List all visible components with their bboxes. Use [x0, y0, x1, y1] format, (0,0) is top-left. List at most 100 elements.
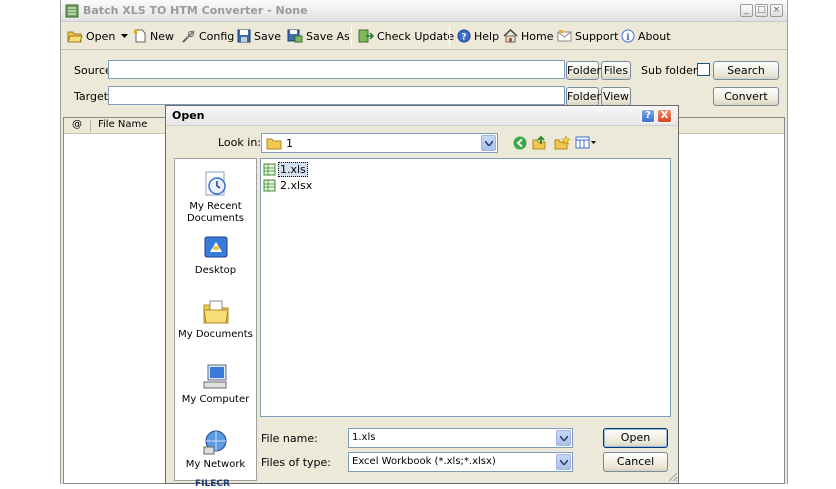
up-folder-icon[interactable]: [532, 135, 547, 150]
config-button[interactable]: Config: [181, 26, 234, 46]
source-input[interactable]: [108, 60, 565, 79]
support-label: Support: [575, 29, 619, 43]
dialog-title-bar[interactable]: Open ? X: [166, 106, 678, 126]
app-icon: [65, 4, 79, 18]
file-list[interactable]: 1.xls 2.xlsx: [260, 158, 671, 417]
new-button[interactable]: New: [133, 26, 174, 46]
search-button[interactable]: Search: [713, 61, 779, 80]
my-network-icon: [203, 430, 226, 455]
convert-button[interactable]: Convert: [713, 87, 779, 106]
target-input[interactable]: [108, 86, 565, 105]
check-update-button[interactable]: Check Update: [358, 26, 454, 46]
toolbar-separator: [449, 26, 450, 46]
place-my-recent-documents[interactable]: My Recent Documents: [175, 169, 256, 225]
home-icon: [503, 29, 518, 43]
dialog-close-button[interactable]: X: [657, 109, 672, 123]
desktop-icon: [204, 236, 227, 258]
place-my-documents[interactable]: My Documents: [175, 297, 256, 341]
excel-file-icon: [263, 179, 276, 191]
file-item[interactable]: 2.xlsx: [263, 178, 314, 192]
file-item[interactable]: 1.xls: [263, 161, 308, 177]
about-label: About: [638, 29, 671, 43]
place-label: My Documents: [178, 329, 253, 340]
update-icon: [358, 29, 374, 43]
file-name-label: File name:: [261, 432, 318, 445]
target-view-button[interactable]: View: [601, 87, 631, 106]
place-my-computer[interactable]: My Computer: [175, 362, 256, 406]
help-icon: ?: [457, 29, 471, 43]
open-button[interactable]: Open: [67, 26, 115, 46]
chevron-down-icon: [560, 436, 568, 441]
new-file-icon: [133, 29, 146, 43]
column-divider: [90, 120, 91, 132]
new-folder-icon[interactable]: [554, 135, 570, 150]
config-label: Config: [199, 29, 235, 43]
my-documents-icon: [202, 300, 229, 324]
about-button[interactable]: i About: [621, 26, 671, 46]
file-name-combo[interactable]: 1.xls: [348, 428, 573, 448]
svg-text:i: i: [626, 33, 630, 43]
subfolders-label: Sub folders: [641, 64, 704, 77]
target-folder-button[interactable]: Folder: [566, 87, 601, 106]
maximize-button[interactable]: □: [755, 4, 768, 17]
save-label: Save: [254, 29, 282, 43]
close-icon: X: [660, 110, 669, 121]
dropdown-arrow-icon: [121, 34, 128, 38]
floppy-disk-icon: [237, 29, 251, 43]
look-in-value: 1: [286, 137, 293, 150]
target-label: Target: [74, 90, 109, 103]
tools-icon: [182, 29, 195, 43]
folder-icon: [266, 138, 282, 150]
files-of-type-dropdown-button[interactable]: [556, 454, 571, 470]
question-mark-icon: ?: [645, 110, 651, 121]
look-in-label: Look in:: [218, 136, 261, 149]
save-button[interactable]: Save: [237, 26, 281, 46]
file-name: 2.xlsx: [280, 178, 313, 192]
open-label: Open: [86, 29, 116, 43]
toolbar: Open New Config Save Save As Check Updat…: [61, 22, 787, 50]
files-of-type-label: Files of type:: [261, 456, 332, 469]
resize-grip-icon[interactable]: [666, 470, 678, 482]
look-in-dropdown-button[interactable]: [481, 135, 496, 151]
maximize-icon: □: [757, 5, 766, 15]
my-computer-icon: [203, 364, 226, 389]
support-button[interactable]: Support: [557, 26, 618, 46]
chevron-down-icon: [560, 460, 568, 465]
place-desktop[interactable]: Desktop: [175, 233, 256, 277]
info-icon: i: [621, 29, 635, 43]
toolbar-separator: [351, 26, 352, 46]
minimize-button[interactable]: _: [740, 4, 753, 17]
recent-documents-icon: [205, 171, 226, 196]
title-bar[interactable]: Batch XLS TO HTM Converter - None _ □ ×: [61, 0, 787, 22]
file-name-value: 1.xls: [352, 432, 376, 443]
file-name-dropdown-button[interactable]: [556, 430, 571, 446]
subfolders-checkbox[interactable]: [697, 63, 710, 76]
source-folder-button[interactable]: Folder: [566, 61, 601, 80]
column-header-file-name[interactable]: File Name: [98, 119, 147, 130]
dialog-open-button[interactable]: Open: [603, 428, 668, 448]
help-label: Help: [474, 29, 500, 43]
new-label: New: [150, 29, 174, 43]
open-dialog: Open ? X Look in: 1 My Recent Documents …: [165, 105, 679, 489]
place-my-network[interactable]: My Network: [175, 427, 256, 471]
files-of-type-value: Excel Workbook (*.xls;*.xlsx): [352, 456, 496, 467]
column-header-status[interactable]: @: [72, 119, 82, 130]
dialog-help-button[interactable]: ?: [641, 109, 655, 123]
dialog-cancel-button[interactable]: Cancel: [603, 452, 668, 472]
look-in-combo[interactable]: 1: [261, 133, 498, 153]
back-icon[interactable]: [513, 136, 527, 150]
place-label: My Network: [185, 459, 246, 470]
source-files-button[interactable]: Files: [601, 61, 631, 80]
place-label: Desktop: [194, 265, 237, 276]
save-as-button[interactable]: Save As: [287, 26, 350, 46]
home-button[interactable]: Home: [503, 26, 553, 46]
help-button[interactable]: ? Help: [457, 26, 499, 46]
files-of-type-combo[interactable]: Excel Workbook (*.xls;*.xlsx): [348, 452, 573, 472]
save-as-icon: [287, 29, 303, 43]
source-label: Source: [74, 64, 112, 77]
check-update-label: Check Update: [377, 29, 455, 43]
place-label: My Recent Documents: [186, 201, 245, 224]
open-dropdown-arrow[interactable]: [121, 26, 128, 46]
view-menu-icon[interactable]: [575, 136, 597, 149]
close-button[interactable]: ×: [770, 4, 783, 17]
